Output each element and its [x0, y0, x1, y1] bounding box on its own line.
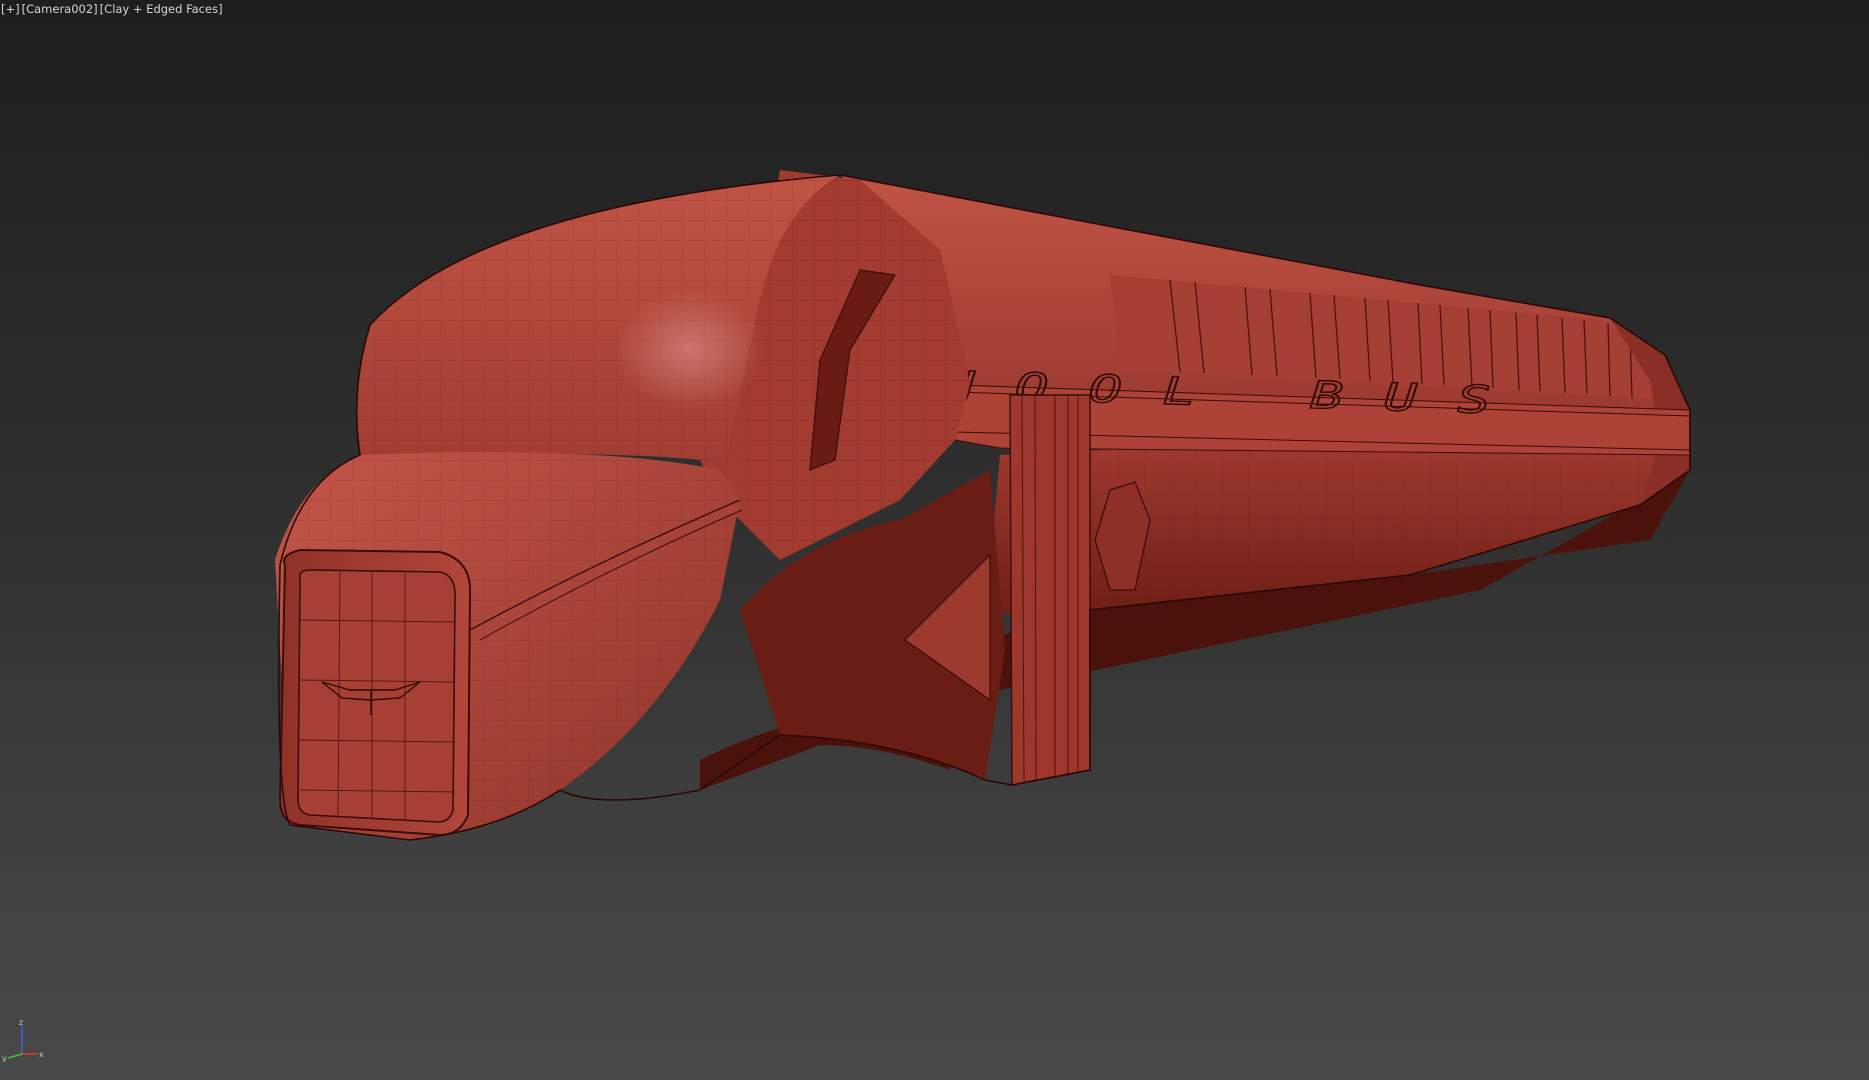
- axis-z-label: z: [19, 1018, 23, 1027]
- axis-gizmo: z x y: [2, 1018, 44, 1062]
- bus-model[interactable]: SCHOOL BUS: [0, 0, 1869, 1080]
- axis-y-label: y: [2, 1054, 7, 1062]
- bus-front-grille: [297, 569, 456, 823]
- axis-x-label: x: [39, 1050, 44, 1059]
- hood-glare: [615, 290, 765, 410]
- 3d-viewport[interactable]: [+] [Camera002] [Clay + Edged Faces] SCH…: [0, 0, 1869, 1080]
